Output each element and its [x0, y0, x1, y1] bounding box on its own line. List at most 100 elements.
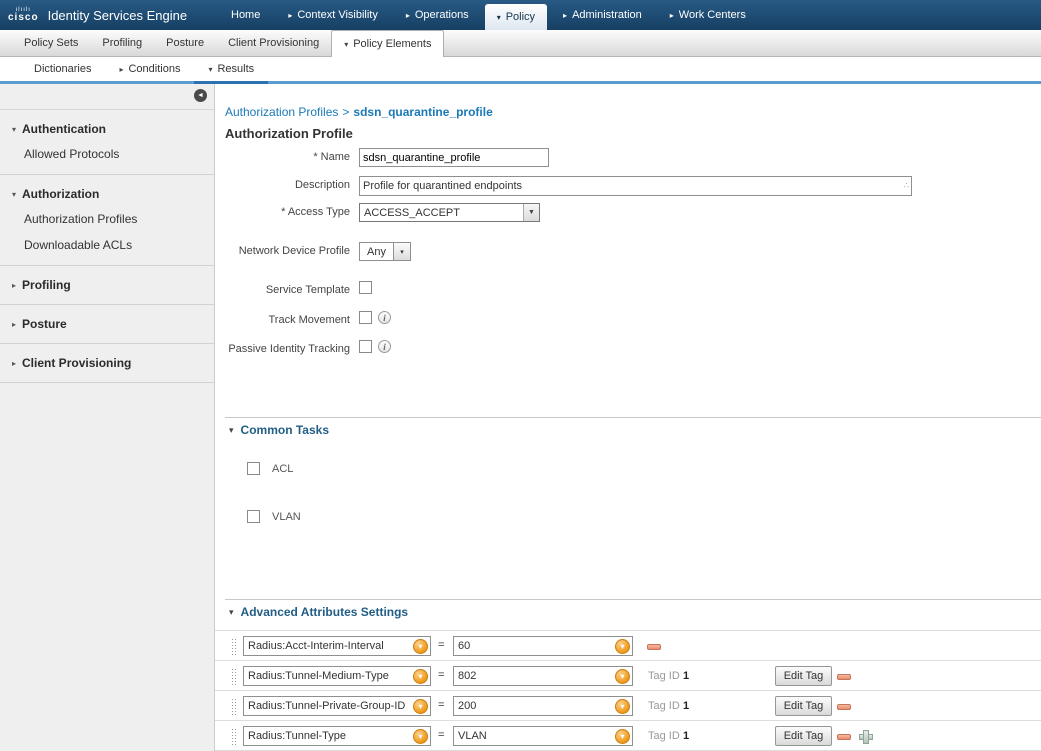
- tab-posture[interactable]: Posture: [154, 30, 216, 56]
- tab-policy-elements[interactable]: ▾ Policy Elements: [331, 30, 444, 57]
- attribute-select[interactable]: Radius:Acct-Interim-Interval: [243, 636, 431, 656]
- chevron-down-icon[interactable]: [615, 729, 630, 744]
- chevron-down-icon[interactable]: [413, 729, 428, 744]
- common-tasks-divider: [225, 417, 1041, 418]
- drag-handle[interactable]: [231, 668, 237, 685]
- tag-id-label: Tag ID: [648, 670, 680, 682]
- sidebar-section-label: Posture: [22, 317, 67, 331]
- attribute-value: Radius:Acct-Interim-Interval: [244, 640, 413, 652]
- attribute-select[interactable]: Radius:Tunnel-Medium-Type: [243, 666, 431, 686]
- info-icon[interactable]: [378, 340, 391, 353]
- network-device-profile-row: Network Device Profile Any: [225, 242, 411, 261]
- sidebar-section-posture: ▸ Posture: [0, 305, 214, 344]
- sidebar-item-allowed-protocols[interactable]: Allowed Protocols: [0, 137, 214, 163]
- sidebar-section-client-provisioning: ▸ Client Provisioning: [0, 344, 214, 383]
- sidebar-item-authorization-profiles[interactable]: Authorization Profiles: [0, 202, 214, 228]
- network-device-profile-select[interactable]: Any: [359, 242, 411, 261]
- policy-sub-nav: Policy Sets Profiling Posture Client Pro…: [0, 30, 1041, 57]
- value-select[interactable]: 60: [453, 636, 633, 656]
- nav-arrow-icon: ▸: [670, 11, 674, 20]
- advanced-attributes-header[interactable]: ▾ Advanced Attributes Settings: [229, 605, 408, 619]
- access-type-select[interactable]: ACCESS_ACCEPT: [359, 203, 540, 222]
- info-icon[interactable]: [378, 311, 391, 324]
- chevron-down-icon[interactable]: [394, 242, 411, 261]
- drag-handle[interactable]: [231, 638, 237, 655]
- brand: ılıılı cisco Identity Services Engine: [0, 0, 212, 30]
- value-text: 802: [454, 670, 615, 682]
- remove-row-icon[interactable]: [837, 674, 851, 680]
- value-select[interactable]: 802: [453, 666, 633, 686]
- chevron-down-icon[interactable]: [615, 669, 630, 684]
- sidebar-header-authorization[interactable]: ▾ Authorization: [0, 186, 214, 202]
- breadcrumb-authorization-profiles-link[interactable]: Authorization Profiles: [225, 105, 338, 119]
- track-movement-label: Track Movement: [225, 311, 350, 326]
- sidebar-header-profiling[interactable]: ▸ Profiling: [0, 277, 214, 293]
- drag-handle[interactable]: [231, 698, 237, 715]
- tab-client-provisioning[interactable]: Client Provisioning: [216, 30, 331, 56]
- equals-sign: =: [438, 669, 444, 681]
- edit-tag-button[interactable]: Edit Tag: [775, 696, 832, 716]
- tab-profiling[interactable]: Profiling: [90, 30, 154, 56]
- vlan-checkbox[interactable]: [247, 510, 260, 523]
- drag-handle[interactable]: [231, 728, 237, 745]
- network-device-profile-value: Any: [359, 242, 394, 261]
- nav-arrow-icon: ▸: [288, 11, 292, 20]
- chevron-down-icon[interactable]: [413, 669, 428, 684]
- nav-administration[interactable]: ▸ Administration: [549, 0, 656, 30]
- name-input[interactable]: [359, 148, 549, 167]
- tab-label: Policy Elements: [353, 38, 431, 50]
- attribute-select[interactable]: Radius:Tunnel-Type: [243, 726, 431, 746]
- nav-work-centers[interactable]: ▸ Work Centers: [656, 0, 760, 30]
- add-row-icon[interactable]: [859, 730, 873, 744]
- tag-id-value: 1: [683, 670, 689, 682]
- chevron-down-icon[interactable]: [413, 639, 428, 654]
- passive-identity-label: Passive Identity Tracking: [225, 340, 350, 355]
- remove-row-icon[interactable]: [837, 704, 851, 710]
- track-movement-checkbox[interactable]: [359, 311, 372, 324]
- advanced-attribute-row: Radius:Tunnel-Medium-Type = 802 Tag ID 1…: [215, 661, 1041, 691]
- remove-row-icon[interactable]: [837, 734, 851, 740]
- nav-operations[interactable]: ▸ Operations: [392, 0, 483, 30]
- description-textarea[interactable]: Profile for quarantined endpoints: [359, 176, 912, 196]
- tab-label: Conditions: [128, 63, 180, 75]
- attribute-select[interactable]: Radius:Tunnel-Private-Group-ID: [243, 696, 431, 716]
- common-tasks-header[interactable]: ▾ Common Tasks: [229, 423, 329, 437]
- collapse-sidebar-button[interactable]: [194, 89, 207, 102]
- advanced-attribute-row: Radius:Acct-Interim-Interval = 60: [215, 631, 1041, 661]
- resize-handle-icon[interactable]: [904, 182, 909, 190]
- sidebar-section-profiling: ▸ Profiling: [0, 266, 214, 305]
- remove-row-icon[interactable]: [647, 644, 661, 650]
- chevron-down-icon[interactable]: [413, 699, 428, 714]
- edit-tag-button[interactable]: Edit Tag: [775, 726, 832, 746]
- value-text: VLAN: [454, 730, 615, 742]
- attribute-value: Radius:Tunnel-Type: [244, 730, 413, 742]
- sidebar-header-posture[interactable]: ▸ Posture: [0, 316, 214, 332]
- chevron-down-icon[interactable]: [615, 699, 630, 714]
- nav-policy[interactable]: ▾ Policy: [485, 4, 547, 30]
- value-select[interactable]: VLAN: [453, 726, 633, 746]
- tab-label: Client Provisioning: [228, 37, 319, 49]
- tab-results[interactable]: ▾ Results: [194, 57, 268, 84]
- tab-conditions[interactable]: ▸ Conditions: [105, 57, 194, 81]
- chevron-down-icon[interactable]: [523, 204, 539, 221]
- page-title: Authorization Profile: [225, 126, 353, 141]
- advanced-attribute-row: Radius:Tunnel-Private-Group-ID = 200 Tag…: [215, 691, 1041, 721]
- acl-checkbox[interactable]: [247, 462, 260, 475]
- equals-sign: =: [438, 729, 444, 741]
- sidebar-header-authentication[interactable]: ▾ Authentication: [0, 121, 214, 137]
- chevron-down-icon[interactable]: [615, 639, 630, 654]
- tab-policy-sets[interactable]: Policy Sets: [12, 30, 90, 56]
- service-template-checkbox[interactable]: [359, 281, 372, 294]
- sidebar-item-downloadable-acls[interactable]: Downloadable ACLs: [0, 228, 214, 254]
- value-text: 200: [454, 700, 615, 712]
- tab-dictionaries[interactable]: Dictionaries: [20, 57, 105, 81]
- tab-label: Profiling: [102, 37, 142, 49]
- sidebar-header-client-provisioning[interactable]: ▸ Client Provisioning: [0, 355, 214, 371]
- value-select[interactable]: 200: [453, 696, 633, 716]
- advanced-attributes-divider: [225, 599, 1041, 600]
- vlan-label: VLAN: [272, 511, 301, 523]
- edit-tag-button[interactable]: Edit Tag: [775, 666, 832, 686]
- nav-context-visibility[interactable]: ▸ Context Visibility: [274, 0, 392, 30]
- nav-home[interactable]: Home: [212, 0, 274, 30]
- passive-identity-checkbox[interactable]: [359, 340, 372, 353]
